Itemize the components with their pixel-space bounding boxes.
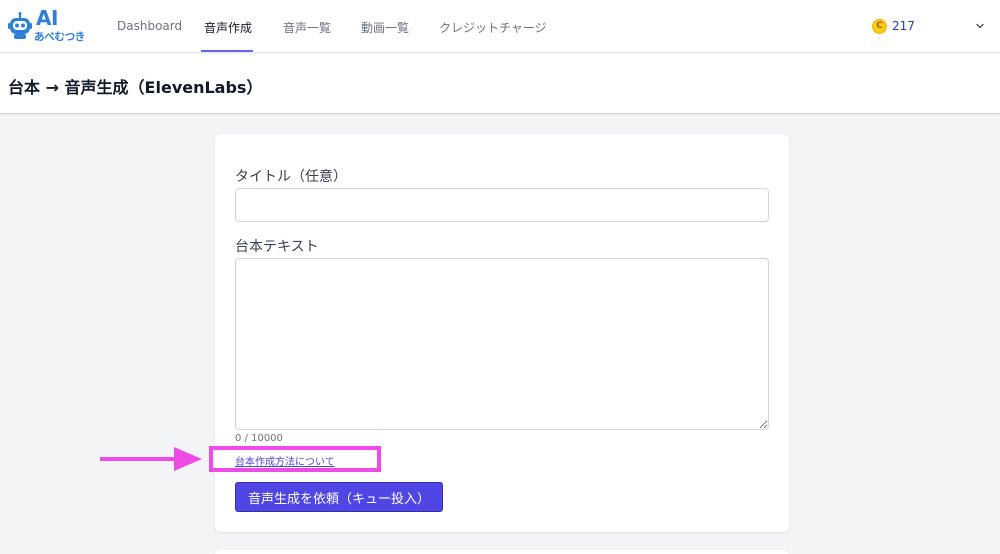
- title-input[interactable]: [235, 188, 769, 222]
- app-logo[interactable]: AI あべむつき: [8, 6, 85, 44]
- nav-audio-create[interactable]: 音声作成: [204, 19, 252, 36]
- second-card: [215, 550, 789, 554]
- coin-icon: C: [872, 19, 887, 34]
- credit-count: 217: [892, 19, 915, 33]
- page-title: 台本 → 音声生成（ElevenLabs）: [8, 78, 263, 97]
- submit-generate-button[interactable]: 音声生成を依頼（キュー投入）: [235, 482, 443, 512]
- script-label: 台本テキスト: [235, 239, 319, 255]
- annotation-highlight-box: [209, 446, 381, 472]
- logo-text: AI: [36, 6, 58, 30]
- annotation-arrow-icon: [100, 447, 202, 471]
- nav-credit-charge[interactable]: クレジットチャージ: [439, 19, 547, 36]
- script-textarea[interactable]: [235, 258, 769, 430]
- robot-icon: [8, 12, 32, 39]
- form-card: タイトル（任意） 台本テキスト 0 / 10000 台本作成方法について 音声生…: [215, 134, 789, 532]
- title-label: タイトル（任意）: [235, 169, 347, 185]
- nav-audio-list[interactable]: 音声一覧: [283, 19, 331, 36]
- character-counter: 0 / 10000: [235, 433, 283, 444]
- page-header: 台本 → 音声生成（ElevenLabs）: [0, 54, 1000, 114]
- active-tab-indicator: [201, 50, 253, 52]
- logo-subtext: あべむつき: [34, 31, 85, 43]
- nav-video-list[interactable]: 動画一覧: [361, 19, 409, 36]
- top-navbar: AI あべむつき Dashboard 音声作成 音声一覧 動画一覧 クレジットチ…: [0, 0, 1000, 53]
- chevron-down-icon[interactable]: [974, 20, 986, 32]
- nav-dashboard[interactable]: Dashboard: [117, 19, 182, 33]
